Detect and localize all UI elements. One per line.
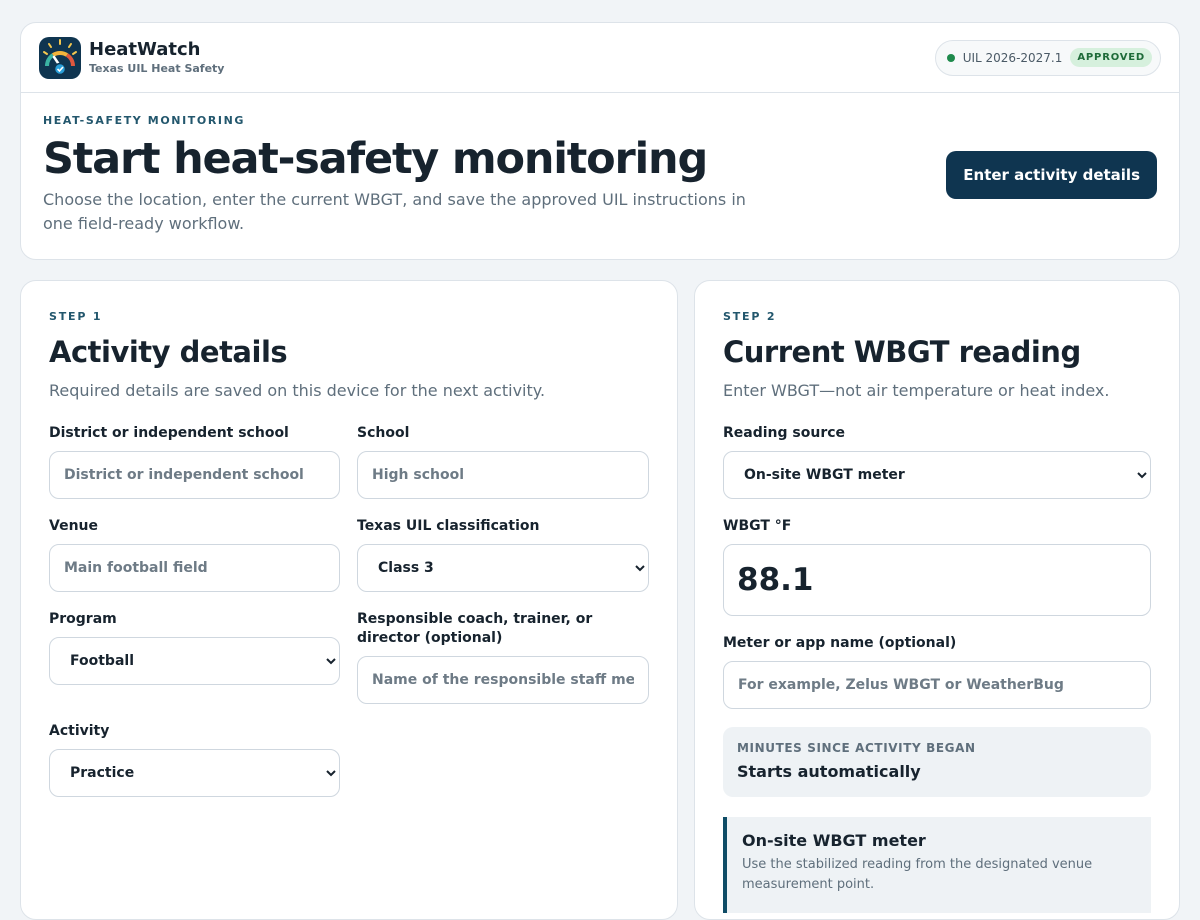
step-label: STEP 2	[723, 310, 777, 323]
school-label: School	[357, 425, 410, 441]
wbgt-field-group: WBGT °F	[723, 517, 1151, 616]
school-input[interactable]	[357, 451, 649, 499]
activity-label: Activity	[49, 723, 110, 739]
staff-input[interactable]	[357, 656, 649, 704]
program-field-group: Program Football	[49, 610, 340, 704]
heatwatch-logo-icon	[39, 36, 81, 79]
wbgt-reading-description: Enter WBGT—not air temperature or heat i…	[723, 381, 1110, 400]
activity-form: District or independent school School Ve…	[49, 424, 649, 815]
activity-details-title: Activity details	[49, 335, 288, 369]
source-info-title: On-site WBGT meter	[742, 831, 926, 850]
classification-select[interactable]: Class 3	[357, 544, 649, 592]
hero-eyebrow: HEAT-SAFETY MONITORING	[43, 114, 246, 127]
top-bar: HeatWatch Texas UIL Heat Safety UIL 2026…	[21, 23, 1179, 93]
approved-badge: APPROVED	[1070, 48, 1152, 67]
hero-section: HEAT-SAFETY MONITORING Start heat-safety…	[21, 93, 1179, 236]
venue-label: Venue	[49, 518, 98, 534]
venue-input[interactable]	[49, 544, 340, 592]
activity-details-description: Required details are saved on this devic…	[49, 381, 546, 400]
activity-field-group: Activity Practice	[49, 722, 340, 797]
wbgt-reading-title: Current WBGT reading	[723, 335, 1081, 369]
source-info-text: Use the stabilized reading from the desi…	[742, 857, 1093, 892]
enter-activity-details-button[interactable]: Enter activity details	[946, 151, 1157, 199]
version-text: UIL 2026-2027.1	[962, 50, 1063, 65]
school-field-group: School	[357, 424, 649, 499]
district-input[interactable]	[49, 451, 340, 499]
status-dot-icon	[946, 53, 955, 62]
classification-label: Texas UIL classification	[357, 518, 540, 534]
staff-label: Responsible coach, trainer, or director …	[357, 611, 593, 646]
meter-field-group: Meter or app name (optional)	[723, 634, 1151, 709]
program-select[interactable]: Football	[49, 637, 340, 685]
brand: HeatWatch Texas UIL Heat Safety	[89, 39, 224, 76]
app-subtitle: Texas UIL Heat Safety	[89, 62, 225, 75]
version-pill: UIL 2026-2027.1 APPROVED	[934, 39, 1161, 76]
staff-field-group: Responsible coach, trainer, or director …	[357, 610, 649, 704]
source-label: Reading source	[723, 425, 846, 441]
meter-input[interactable]	[723, 661, 1151, 709]
wbgt-input[interactable]	[723, 544, 1151, 616]
reading-source-select[interactable]: On-site WBGT meter	[723, 451, 1151, 499]
app-name: HeatWatch	[89, 39, 201, 60]
step-label: STEP 1	[49, 310, 103, 323]
activity-details-card: STEP 1 Activity details Required details…	[20, 280, 678, 920]
wbgt-label: WBGT °F	[723, 518, 792, 534]
source-info-callout: On-site WBGT meter Use the stabilized re…	[723, 817, 1151, 913]
minutes-since-start-box: MINUTES SINCE ACTIVITY BEGAN Starts auto…	[723, 727, 1151, 797]
hero-description: Choose the location, enter the current W…	[43, 190, 746, 233]
minutes-value: Starts automatically	[737, 762, 921, 781]
wbgt-form: Reading source On-site WBGT meter WBGT °…	[723, 424, 1151, 913]
header-card: HeatWatch Texas UIL Heat Safety UIL 2026…	[20, 22, 1180, 260]
meter-label: Meter or app name (optional)	[723, 635, 957, 651]
program-label: Program	[49, 611, 117, 627]
district-field-group: District or independent school	[49, 424, 340, 499]
wbgt-reading-card: STEP 2 Current WBGT reading Enter WBGT—n…	[694, 280, 1180, 920]
activity-select[interactable]: Practice	[49, 749, 340, 797]
minutes-label: MINUTES SINCE ACTIVITY BEGAN	[737, 741, 976, 755]
district-label: District or independent school	[49, 425, 289, 441]
classification-field-group: Texas UIL classification Class 3	[357, 517, 649, 592]
source-field-group: Reading source On-site WBGT meter	[723, 424, 1151, 499]
venue-field-group: Venue	[49, 517, 340, 592]
